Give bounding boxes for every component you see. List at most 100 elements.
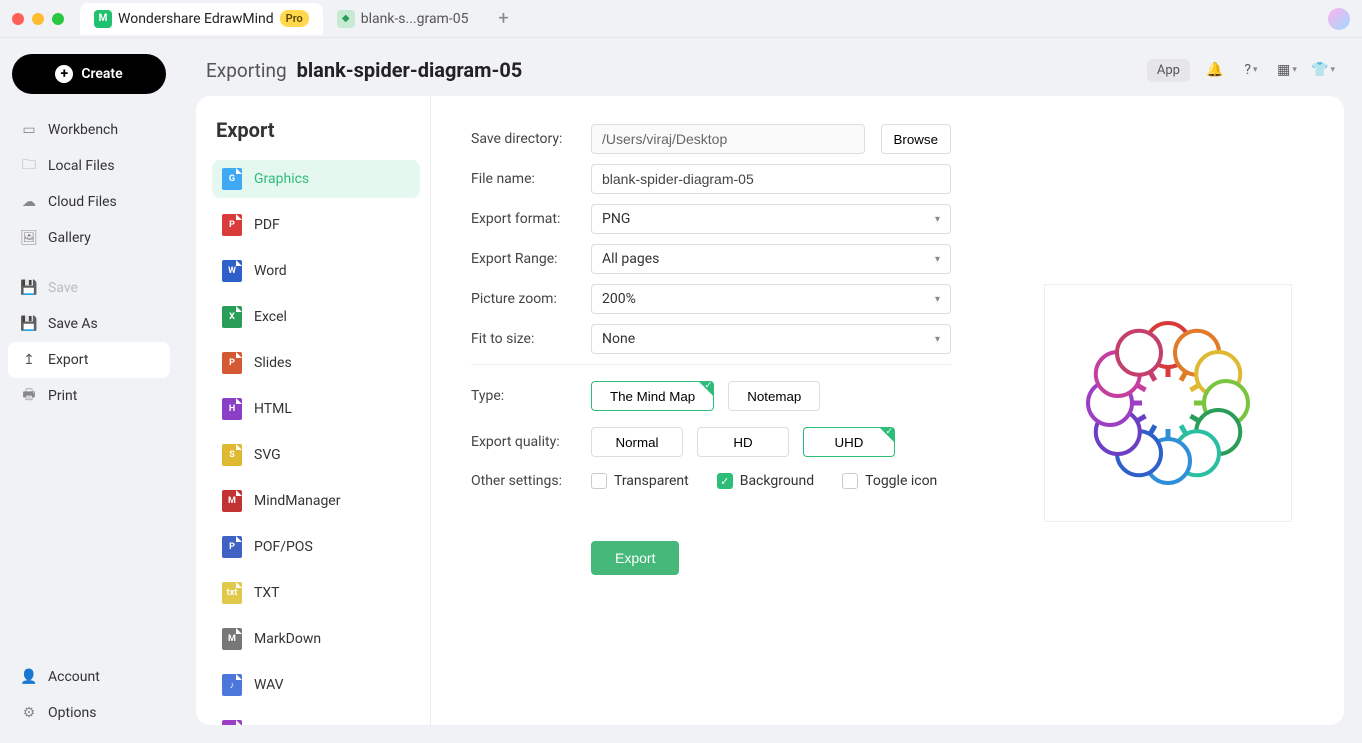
save-as-icon: 💾	[20, 316, 38, 332]
shirt-icon[interactable]: 👕▾	[1312, 59, 1334, 81]
sidebar-item-export[interactable]: ↥Export	[8, 342, 170, 378]
file-type-icon: X	[222, 306, 242, 328]
minimize-window[interactable]	[32, 13, 44, 25]
pro-badge: Pro	[280, 10, 309, 27]
folder-icon: 🗀	[20, 158, 38, 174]
tab-document[interactable]: ◆ blank-s...gram-05	[323, 3, 483, 35]
main-header: Exporting blank-spider-diagram-05 App 🔔 …	[178, 38, 1362, 96]
file-type-icon: P	[222, 352, 242, 374]
picture-zoom-label: Picture zoom:	[471, 291, 575, 307]
app-button[interactable]: App	[1147, 59, 1190, 82]
export-type-wav[interactable]: ♪WAV	[212, 666, 420, 704]
preview-thumbnail	[1044, 284, 1292, 522]
file-name-input[interactable]	[591, 164, 951, 194]
sidebar-item-options[interactable]: ⚙Options	[8, 695, 170, 731]
quality-uhd-button[interactable]: UHD	[803, 427, 895, 457]
export-type-slides[interactable]: PSlides	[212, 344, 420, 382]
file-type-icon: P	[222, 214, 242, 236]
quality-hd-button[interactable]: HD	[697, 427, 789, 457]
doc-icon: ◆	[337, 10, 355, 28]
app-logo-icon: M	[94, 10, 112, 28]
help-icon[interactable]: ?▾	[1240, 59, 1262, 81]
file-type-icon: S	[222, 444, 242, 466]
file-type-icon: ♪	[222, 674, 242, 696]
maximize-window[interactable]	[52, 13, 64, 25]
traffic-lights	[12, 13, 64, 25]
new-tab-button[interactable]: +	[490, 6, 516, 32]
gear-icon: ⚙	[20, 705, 38, 721]
type-mindmap-button[interactable]: The Mind Map	[591, 381, 714, 411]
file-type-icon: ▸	[222, 720, 242, 725]
fit-to-size-select[interactable]: None▾	[591, 324, 951, 354]
file-type-icon: P	[222, 536, 242, 558]
export-format-select[interactable]: PNG▾	[591, 204, 951, 234]
toggle-icon-checkbox[interactable]: Toggle icon	[842, 473, 937, 489]
print-icon: 🖶	[20, 388, 38, 404]
export-type-markdown[interactable]: MMarkDown	[212, 620, 420, 658]
plus-icon: +	[55, 65, 73, 83]
export-type-mp4[interactable]: ▸MP4	[212, 712, 420, 725]
export-icon: ↥	[20, 352, 38, 368]
workbench-icon: ▭	[20, 122, 38, 138]
user-avatar[interactable]	[1328, 8, 1350, 30]
background-checkbox[interactable]: ✓Background	[717, 473, 814, 489]
export-type-txt[interactable]: txtTXT	[212, 574, 420, 612]
sidebar-item-account[interactable]: 👤Account	[8, 659, 170, 695]
type-notemap-button[interactable]: Notemap	[728, 381, 820, 411]
export-type-graphics[interactable]: GGraphics	[212, 160, 420, 198]
export-type-mindmanager[interactable]: MMindManager	[212, 482, 420, 520]
account-icon: 👤	[20, 669, 38, 685]
export-range-select[interactable]: All pages▾	[591, 244, 951, 274]
export-type-html[interactable]: HHTML	[212, 390, 420, 428]
divider	[471, 364, 951, 365]
file-type-icon: G	[222, 168, 242, 190]
type-label: Type:	[471, 388, 575, 404]
sidebar-item-workbench[interactable]: ▭Workbench	[8, 112, 170, 148]
grid-icon[interactable]: ▦▾	[1276, 59, 1298, 81]
tabs: M Wondershare EdrawMind Pro ◆ blank-s...…	[80, 3, 516, 35]
other-settings-label: Other settings:	[471, 473, 575, 489]
export-type-pof-pos[interactable]: PPOF/POS	[212, 528, 420, 566]
export-heading: Export	[212, 118, 420, 142]
file-type-icon: txt	[222, 582, 242, 604]
picture-zoom-select[interactable]: 200%▾	[591, 284, 951, 314]
close-window[interactable]	[12, 13, 24, 25]
sidebar-item-local-files[interactable]: 🗀Local Files	[8, 148, 170, 184]
quality-normal-button[interactable]: Normal	[591, 427, 683, 457]
page-subtitle: blank-spider-diagram-05	[297, 58, 523, 82]
save-directory-label: Save directory:	[471, 131, 575, 147]
export-button[interactable]: Export	[591, 541, 679, 575]
file-name-label: File name:	[471, 171, 575, 187]
sidebar-item-save: 💾Save	[8, 270, 170, 306]
fit-to-size-label: Fit to size:	[471, 331, 575, 347]
export-type-excel[interactable]: XExcel	[212, 298, 420, 336]
sidebar: + Create ▭Workbench 🗀Local Files ☁Cloud …	[0, 38, 178, 743]
page-title: Exporting	[206, 59, 287, 82]
tab-label: Wondershare EdrawMind	[118, 11, 274, 27]
browse-button[interactable]: Browse	[881, 124, 951, 154]
sidebar-item-save-as[interactable]: 💾Save As	[8, 306, 170, 342]
bell-icon[interactable]: 🔔	[1204, 59, 1226, 81]
gallery-icon: 🖼	[20, 230, 38, 246]
export-type-pdf[interactable]: PPDF	[212, 206, 420, 244]
create-button[interactable]: + Create	[12, 54, 166, 94]
cloud-icon: ☁	[20, 194, 38, 210]
file-type-icon: H	[222, 398, 242, 420]
titlebar: M Wondershare EdrawMind Pro ◆ blank-s...…	[0, 0, 1362, 38]
export-type-list: Export GGraphics PPDF WWord XExcel PSlides HH…	[196, 96, 431, 725]
sidebar-item-cloud-files[interactable]: ☁Cloud Files	[8, 184, 170, 220]
export-type-svg[interactable]: SSVG	[212, 436, 420, 474]
create-label: Create	[81, 66, 122, 82]
sidebar-item-print[interactable]: 🖶Print	[8, 378, 170, 414]
export-format-label: Export format:	[471, 211, 575, 227]
file-type-icon: M	[222, 628, 242, 650]
export-form: Save directory: Browse File name: Export…	[471, 124, 951, 697]
transparent-checkbox[interactable]: Transparent	[591, 473, 689, 489]
file-type-icon: W	[222, 260, 242, 282]
quality-label: Export quality:	[471, 434, 575, 450]
tab-main[interactable]: M Wondershare EdrawMind Pro	[80, 3, 323, 35]
sidebar-item-gallery[interactable]: 🖼Gallery	[8, 220, 170, 256]
save-directory-input[interactable]	[591, 124, 865, 154]
tab-label: blank-s...gram-05	[361, 11, 469, 27]
export-type-word[interactable]: WWord	[212, 252, 420, 290]
